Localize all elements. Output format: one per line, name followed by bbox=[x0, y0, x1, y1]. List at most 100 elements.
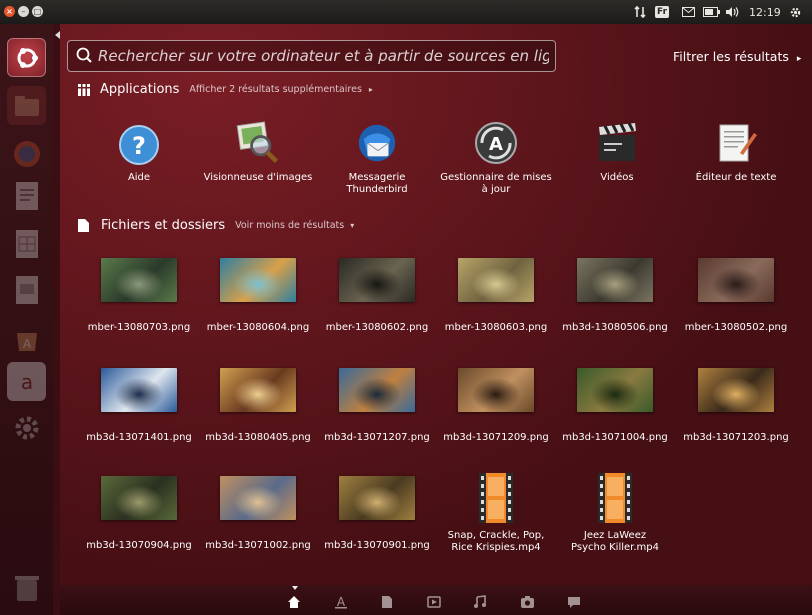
file-label: mb3d-13070901.png bbox=[324, 540, 430, 551]
launcher-amazon[interactable]: a bbox=[7, 362, 46, 401]
music-lens-icon bbox=[474, 595, 486, 608]
messaging-indicator[interactable] bbox=[682, 0, 695, 24]
music-lens-button[interactable] bbox=[472, 594, 488, 610]
applications-category-header: Applications Afficher 2 résultats supplé… bbox=[78, 82, 373, 97]
app-tile-image-viewer[interactable]: Visionneuse d'images bbox=[199, 118, 317, 184]
file-tile[interactable]: mb3d-13071203.png bbox=[677, 368, 795, 444]
file-label: mb3d-13080405.png bbox=[205, 432, 311, 443]
sound-indicator[interactable] bbox=[725, 0, 741, 24]
network-updown-icon bbox=[634, 6, 646, 18]
filter-results-button[interactable]: Filtrer les résultats ▸ bbox=[673, 49, 801, 64]
file-label: mber-13080602.png bbox=[325, 322, 429, 333]
dash-home-button[interactable] bbox=[7, 38, 46, 77]
launcher-impress[interactable] bbox=[7, 270, 46, 309]
search-box[interactable] bbox=[67, 40, 556, 72]
svg-text:A: A bbox=[337, 595, 346, 609]
file-tile[interactable]: mb3d-13071401.png bbox=[80, 368, 198, 444]
social-lens-button[interactable] bbox=[566, 594, 582, 610]
image-thumbnail bbox=[458, 258, 534, 302]
app-label: Aide bbox=[127, 172, 151, 183]
applications-lens-button[interactable]: A bbox=[333, 594, 349, 610]
image-viewer-icon bbox=[235, 118, 281, 168]
image-thumbnail bbox=[698, 368, 774, 412]
launcher-calc[interactable] bbox=[7, 224, 46, 263]
image-thumbnail bbox=[577, 368, 653, 412]
home-lens-button[interactable] bbox=[286, 594, 302, 610]
file-tile[interactable]: mb3d-13071004.png bbox=[556, 368, 674, 444]
software-center-icon: A bbox=[16, 332, 37, 351]
file-label: mb3d-13071209.png bbox=[443, 432, 549, 443]
app-label: Messagerie Thunderbird bbox=[346, 172, 408, 195]
thunderbird-icon bbox=[354, 118, 400, 168]
launcher-trash[interactable] bbox=[7, 568, 46, 607]
image-thumbnail bbox=[101, 476, 177, 520]
file-label: mb3d-13080506.png bbox=[562, 322, 668, 333]
home-lens-icon bbox=[288, 596, 300, 608]
launcher-firefox[interactable] bbox=[7, 134, 46, 173]
file-tile[interactable]: mb3d-13071209.png bbox=[437, 368, 555, 444]
applications-lens-icon: A bbox=[335, 595, 347, 609]
applications-show-more-link[interactable]: Afficher 2 résultats supplémentaires ▸ bbox=[189, 84, 373, 95]
image-thumbnail bbox=[101, 368, 177, 412]
search-input[interactable] bbox=[96, 47, 555, 65]
app-tile-videos[interactable]: Vidéos bbox=[558, 118, 676, 184]
launcher-writer[interactable] bbox=[7, 176, 46, 215]
file-tile[interactable]: mb3d-13071002.png bbox=[199, 476, 317, 552]
file-tile[interactable]: mber-13080602.png bbox=[318, 258, 436, 334]
app-tile-text-editor[interactable]: Éditeur de texte bbox=[677, 118, 795, 184]
launcher-software-center[interactable]: A bbox=[7, 318, 46, 357]
keyboard-indicator[interactable]: Fr bbox=[655, 0, 670, 24]
battery-icon bbox=[703, 7, 720, 17]
envelope-icon bbox=[682, 7, 695, 17]
file-tile[interactable]: mber-13080703.png bbox=[80, 258, 198, 334]
files-lens-button[interactable] bbox=[379, 594, 395, 610]
minimize-window-button[interactable]: – bbox=[18, 6, 29, 17]
photo-lens-button[interactable] bbox=[519, 594, 535, 610]
files-category-header: Fichiers et dossiers Voir moins de résul… bbox=[78, 218, 354, 233]
file-tile[interactable]: mb3d-13070904.png bbox=[80, 476, 198, 552]
files-show-less-link[interactable]: Voir moins de résultats ▾ bbox=[235, 220, 354, 231]
files-show-less-label: Voir moins de résultats bbox=[235, 220, 345, 231]
app-tile-thunderbird[interactable]: Messagerie Thunderbird bbox=[318, 118, 436, 196]
photo-lens-icon bbox=[520, 596, 534, 608]
update-manager-icon: A bbox=[473, 118, 519, 168]
launcher-settings[interactable] bbox=[7, 408, 46, 447]
clock[interactable]: 12:19 bbox=[749, 0, 781, 24]
file-tile[interactable]: mb3d-13080405.png bbox=[199, 368, 317, 444]
image-thumbnail bbox=[698, 258, 774, 302]
search-icon bbox=[76, 47, 92, 63]
file-tile[interactable]: mb3d-13070901.png bbox=[318, 476, 436, 552]
file-tile[interactable]: mber-13080604.png bbox=[199, 258, 317, 334]
session-indicator[interactable] bbox=[789, 0, 802, 24]
file-tile[interactable]: mber-13080502.png bbox=[677, 258, 795, 334]
video-lens-button[interactable] bbox=[426, 594, 442, 610]
file-label: mb3d-13071401.png bbox=[86, 432, 192, 443]
battery-indicator[interactable] bbox=[703, 0, 720, 24]
file-label: mber-13080604.png bbox=[206, 322, 310, 333]
launcher: A a bbox=[0, 24, 53, 615]
file-tile[interactable]: Jeez LaWeez Psycho Killer.mp4 bbox=[556, 470, 674, 554]
close-window-button[interactable]: × bbox=[4, 6, 15, 17]
image-thumbnail bbox=[101, 258, 177, 302]
app-tile-aide[interactable]: ? Aide bbox=[80, 122, 198, 184]
files-title: Fichiers et dossiers bbox=[101, 218, 226, 233]
file-tile[interactable]: Snap, Crackle, Pop, Rice Krispies.mp4 bbox=[437, 470, 555, 554]
settings-icon bbox=[15, 416, 38, 439]
text-editor-icon bbox=[713, 118, 759, 168]
svg-text:A: A bbox=[22, 337, 31, 351]
file-label: Jeez LaWeez Psycho Killer.mp4 bbox=[571, 530, 659, 553]
trash-icon bbox=[14, 575, 39, 601]
app-label: Gestionnaire de mises à jour bbox=[440, 172, 552, 195]
file-category-icon bbox=[78, 219, 89, 232]
svg-text:A: A bbox=[489, 134, 503, 155]
app-tile-update-manager[interactable]: A Gestionnaire de mises à jour bbox=[437, 118, 555, 196]
network-indicator[interactable] bbox=[634, 0, 646, 24]
file-tile[interactable]: mb3d-13080506.png bbox=[556, 258, 674, 334]
maximize-window-button[interactable]: □ bbox=[32, 6, 43, 17]
image-thumbnail bbox=[339, 368, 415, 412]
file-tile[interactable]: mber-13080603.png bbox=[437, 258, 555, 334]
speaker-icon bbox=[726, 7, 739, 17]
file-tile[interactable]: mb3d-13071207.png bbox=[318, 368, 436, 444]
help-icon: ? bbox=[116, 122, 162, 168]
launcher-files[interactable] bbox=[7, 86, 46, 125]
